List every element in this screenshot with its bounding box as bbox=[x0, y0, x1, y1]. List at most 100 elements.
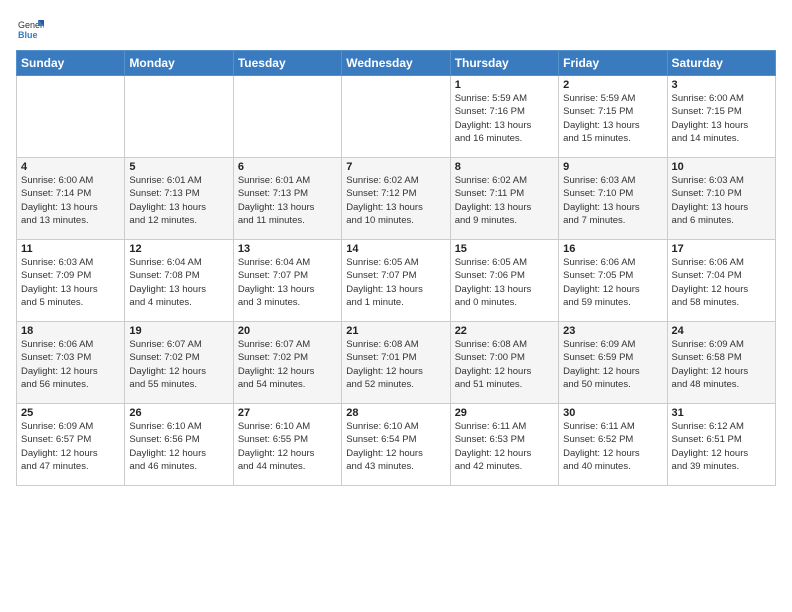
day-number: 10 bbox=[672, 161, 771, 173]
day-header-sunday: Sunday bbox=[17, 51, 125, 76]
day-number: 4 bbox=[21, 161, 120, 173]
day-number: 28 bbox=[346, 407, 445, 419]
day-number: 11 bbox=[21, 243, 120, 255]
logo-icon: General Blue bbox=[16, 16, 44, 44]
calendar-day: 18Sunrise: 6:06 AM Sunset: 7:03 PM Dayli… bbox=[17, 322, 125, 404]
calendar-day bbox=[125, 76, 233, 158]
calendar-week-3: 11Sunrise: 6:03 AM Sunset: 7:09 PM Dayli… bbox=[17, 240, 776, 322]
day-info: Sunrise: 6:07 AM Sunset: 7:02 PM Dayligh… bbox=[238, 338, 337, 391]
day-number: 29 bbox=[455, 407, 554, 419]
svg-text:Blue: Blue bbox=[18, 30, 38, 40]
day-info: Sunrise: 6:00 AM Sunset: 7:15 PM Dayligh… bbox=[672, 92, 771, 145]
day-info: Sunrise: 6:10 AM Sunset: 6:56 PM Dayligh… bbox=[129, 420, 228, 473]
calendar-day: 16Sunrise: 6:06 AM Sunset: 7:05 PM Dayli… bbox=[559, 240, 667, 322]
day-info: Sunrise: 6:09 AM Sunset: 6:58 PM Dayligh… bbox=[672, 338, 771, 391]
calendar-day: 5Sunrise: 6:01 AM Sunset: 7:13 PM Daylig… bbox=[125, 158, 233, 240]
calendar-day: 8Sunrise: 6:02 AM Sunset: 7:11 PM Daylig… bbox=[450, 158, 558, 240]
calendar-day: 14Sunrise: 6:05 AM Sunset: 7:07 PM Dayli… bbox=[342, 240, 450, 322]
day-number: 3 bbox=[672, 79, 771, 91]
calendar-day: 30Sunrise: 6:11 AM Sunset: 6:52 PM Dayli… bbox=[559, 404, 667, 486]
calendar-day: 15Sunrise: 6:05 AM Sunset: 7:06 PM Dayli… bbox=[450, 240, 558, 322]
day-info: Sunrise: 6:01 AM Sunset: 7:13 PM Dayligh… bbox=[238, 174, 337, 227]
calendar-day: 26Sunrise: 6:10 AM Sunset: 6:56 PM Dayli… bbox=[125, 404, 233, 486]
header-row: SundayMondayTuesdayWednesdayThursdayFrid… bbox=[17, 51, 776, 76]
day-info: Sunrise: 6:00 AM Sunset: 7:14 PM Dayligh… bbox=[21, 174, 120, 227]
calendar-week-2: 4Sunrise: 6:00 AM Sunset: 7:14 PM Daylig… bbox=[17, 158, 776, 240]
day-info: Sunrise: 6:08 AM Sunset: 7:00 PM Dayligh… bbox=[455, 338, 554, 391]
day-info: Sunrise: 6:03 AM Sunset: 7:09 PM Dayligh… bbox=[21, 256, 120, 309]
header: General Blue bbox=[16, 16, 776, 44]
calendar-day: 28Sunrise: 6:10 AM Sunset: 6:54 PM Dayli… bbox=[342, 404, 450, 486]
calendar-day: 7Sunrise: 6:02 AM Sunset: 7:12 PM Daylig… bbox=[342, 158, 450, 240]
day-number: 6 bbox=[238, 161, 337, 173]
calendar-day: 20Sunrise: 6:07 AM Sunset: 7:02 PM Dayli… bbox=[233, 322, 341, 404]
calendar-day: 25Sunrise: 6:09 AM Sunset: 6:57 PM Dayli… bbox=[17, 404, 125, 486]
day-number: 21 bbox=[346, 325, 445, 337]
day-number: 8 bbox=[455, 161, 554, 173]
day-info: Sunrise: 6:04 AM Sunset: 7:08 PM Dayligh… bbox=[129, 256, 228, 309]
calendar-day: 9Sunrise: 6:03 AM Sunset: 7:10 PM Daylig… bbox=[559, 158, 667, 240]
day-info: Sunrise: 6:12 AM Sunset: 6:51 PM Dayligh… bbox=[672, 420, 771, 473]
day-info: Sunrise: 6:04 AM Sunset: 7:07 PM Dayligh… bbox=[238, 256, 337, 309]
calendar-day: 31Sunrise: 6:12 AM Sunset: 6:51 PM Dayli… bbox=[667, 404, 775, 486]
day-number: 18 bbox=[21, 325, 120, 337]
day-info: Sunrise: 6:01 AM Sunset: 7:13 PM Dayligh… bbox=[129, 174, 228, 227]
day-number: 15 bbox=[455, 243, 554, 255]
calendar-day bbox=[233, 76, 341, 158]
day-number: 16 bbox=[563, 243, 662, 255]
calendar-day: 29Sunrise: 6:11 AM Sunset: 6:53 PM Dayli… bbox=[450, 404, 558, 486]
day-info: Sunrise: 6:03 AM Sunset: 7:10 PM Dayligh… bbox=[563, 174, 662, 227]
calendar-header: SundayMondayTuesdayWednesdayThursdayFrid… bbox=[17, 51, 776, 76]
day-number: 26 bbox=[129, 407, 228, 419]
calendar-day: 10Sunrise: 6:03 AM Sunset: 7:10 PM Dayli… bbox=[667, 158, 775, 240]
calendar-day: 21Sunrise: 6:08 AM Sunset: 7:01 PM Dayli… bbox=[342, 322, 450, 404]
day-header-monday: Monday bbox=[125, 51, 233, 76]
day-number: 23 bbox=[563, 325, 662, 337]
calendar-week-5: 25Sunrise: 6:09 AM Sunset: 6:57 PM Dayli… bbox=[17, 404, 776, 486]
day-number: 31 bbox=[672, 407, 771, 419]
calendar-day: 17Sunrise: 6:06 AM Sunset: 7:04 PM Dayli… bbox=[667, 240, 775, 322]
day-info: Sunrise: 6:02 AM Sunset: 7:11 PM Dayligh… bbox=[455, 174, 554, 227]
day-header-tuesday: Tuesday bbox=[233, 51, 341, 76]
calendar-day: 19Sunrise: 6:07 AM Sunset: 7:02 PM Dayli… bbox=[125, 322, 233, 404]
calendar-day: 13Sunrise: 6:04 AM Sunset: 7:07 PM Dayli… bbox=[233, 240, 341, 322]
calendar-day: 27Sunrise: 6:10 AM Sunset: 6:55 PM Dayli… bbox=[233, 404, 341, 486]
day-header-friday: Friday bbox=[559, 51, 667, 76]
day-info: Sunrise: 6:10 AM Sunset: 6:54 PM Dayligh… bbox=[346, 420, 445, 473]
calendar-day: 3Sunrise: 6:00 AM Sunset: 7:15 PM Daylig… bbox=[667, 76, 775, 158]
day-info: Sunrise: 6:08 AM Sunset: 7:01 PM Dayligh… bbox=[346, 338, 445, 391]
day-number: 2 bbox=[563, 79, 662, 91]
calendar-week-4: 18Sunrise: 6:06 AM Sunset: 7:03 PM Dayli… bbox=[17, 322, 776, 404]
day-number: 9 bbox=[563, 161, 662, 173]
day-number: 20 bbox=[238, 325, 337, 337]
day-number: 22 bbox=[455, 325, 554, 337]
day-number: 1 bbox=[455, 79, 554, 91]
day-info: Sunrise: 6:11 AM Sunset: 6:53 PM Dayligh… bbox=[455, 420, 554, 473]
day-info: Sunrise: 6:03 AM Sunset: 7:10 PM Dayligh… bbox=[672, 174, 771, 227]
day-number: 5 bbox=[129, 161, 228, 173]
day-info: Sunrise: 6:05 AM Sunset: 7:06 PM Dayligh… bbox=[455, 256, 554, 309]
day-info: Sunrise: 6:05 AM Sunset: 7:07 PM Dayligh… bbox=[346, 256, 445, 309]
calendar-day: 24Sunrise: 6:09 AM Sunset: 6:58 PM Dayli… bbox=[667, 322, 775, 404]
day-info: Sunrise: 5:59 AM Sunset: 7:16 PM Dayligh… bbox=[455, 92, 554, 145]
day-number: 7 bbox=[346, 161, 445, 173]
calendar-table: SundayMondayTuesdayWednesdayThursdayFrid… bbox=[16, 50, 776, 486]
day-header-saturday: Saturday bbox=[667, 51, 775, 76]
day-info: Sunrise: 6:09 AM Sunset: 6:57 PM Dayligh… bbox=[21, 420, 120, 473]
day-info: Sunrise: 6:11 AM Sunset: 6:52 PM Dayligh… bbox=[563, 420, 662, 473]
day-info: Sunrise: 5:59 AM Sunset: 7:15 PM Dayligh… bbox=[563, 92, 662, 145]
day-info: Sunrise: 6:09 AM Sunset: 6:59 PM Dayligh… bbox=[563, 338, 662, 391]
day-number: 14 bbox=[346, 243, 445, 255]
day-header-thursday: Thursday bbox=[450, 51, 558, 76]
day-number: 13 bbox=[238, 243, 337, 255]
day-number: 24 bbox=[672, 325, 771, 337]
day-info: Sunrise: 6:07 AM Sunset: 7:02 PM Dayligh… bbox=[129, 338, 228, 391]
logo: General Blue bbox=[16, 16, 48, 44]
calendar-day: 4Sunrise: 6:00 AM Sunset: 7:14 PM Daylig… bbox=[17, 158, 125, 240]
day-number: 12 bbox=[129, 243, 228, 255]
calendar-body: 1Sunrise: 5:59 AM Sunset: 7:16 PM Daylig… bbox=[17, 76, 776, 486]
day-number: 25 bbox=[21, 407, 120, 419]
calendar-day: 22Sunrise: 6:08 AM Sunset: 7:00 PM Dayli… bbox=[450, 322, 558, 404]
calendar-day: 1Sunrise: 5:59 AM Sunset: 7:16 PM Daylig… bbox=[450, 76, 558, 158]
calendar-day: 2Sunrise: 5:59 AM Sunset: 7:15 PM Daylig… bbox=[559, 76, 667, 158]
